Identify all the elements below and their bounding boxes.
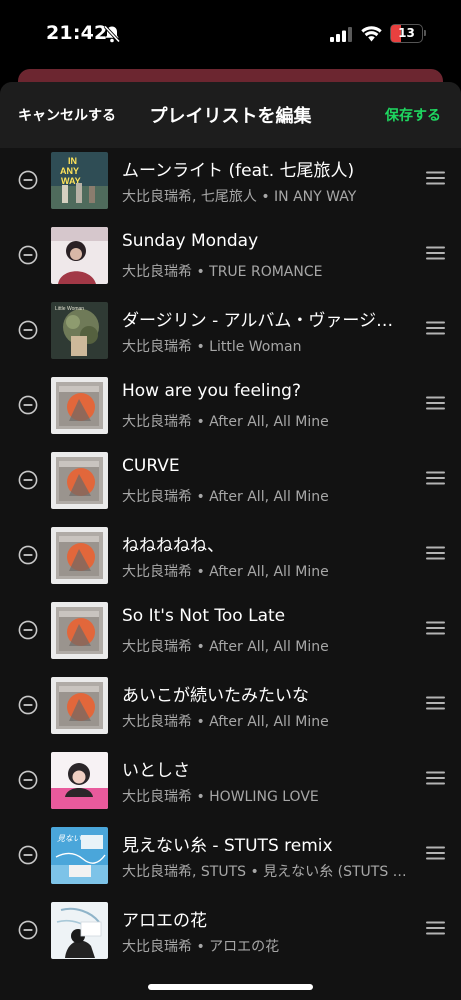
home-indicator[interactable] <box>148 984 313 990</box>
album-artwork <box>51 527 108 584</box>
album-artwork <box>51 677 108 734</box>
track-artist-album: 大比良瑞希 • After All, All Mine <box>122 639 329 655</box>
album-artwork <box>51 377 108 434</box>
track-artist-album: 大比良瑞希 • After All, All Mine <box>122 714 329 730</box>
track-title: いとしさ <box>122 761 190 781</box>
track-row[interactable]: How are you feeling? 大比良瑞希 • After All, A… <box>0 373 461 448</box>
remove-track-icon[interactable] <box>18 395 38 415</box>
track-title: 見えない糸 - STUTS remix <box>122 836 333 856</box>
track-title: ムーンライト (feat. 七尾旅人) <box>122 161 355 181</box>
track-list: ムーンライト (feat. 七尾旅人) 大比良瑞希, 七尾旅人 • IN ANY … <box>0 148 461 973</box>
track-row[interactable]: あいこが続いたみたいな大比良瑞希 • After All, All Mine <box>0 673 461 748</box>
drag-handle-icon[interactable] <box>426 546 445 560</box>
remove-track-icon[interactable] <box>18 620 38 640</box>
remove-track-icon[interactable] <box>18 920 38 940</box>
track-title: あいこが続いたみたいな <box>122 686 309 706</box>
drag-handle-icon[interactable] <box>426 696 445 710</box>
remove-track-icon[interactable] <box>18 845 38 865</box>
battery-tip <box>424 30 426 36</box>
remove-track-icon[interactable] <box>18 470 38 490</box>
track-row[interactable]: いとしさ大比良瑞希 • HOWLING LOVE <box>0 748 461 823</box>
remove-track-icon[interactable] <box>18 545 38 565</box>
bell-slash-icon <box>103 25 121 43</box>
wifi-icon <box>361 26 382 42</box>
drag-handle-icon[interactable] <box>426 846 445 860</box>
track-artist-album: 大比良瑞希 • アロエの花 <box>122 939 280 955</box>
album-artwork <box>51 152 108 209</box>
album-artwork <box>51 452 108 509</box>
track-artist-album: 大比良瑞希 • TRUE ROMANCE <box>122 264 323 280</box>
track-row[interactable]: ねねねねね、大比良瑞希 • After All, All Mine <box>0 523 461 598</box>
track-title: So It's Not Too Late <box>122 606 286 626</box>
track-row[interactable]: CURVE 大比良瑞希 • After All, All Mine <box>0 448 461 523</box>
track-title: ダージリン - アルバム・ヴァージョン <box>122 311 410 331</box>
track-title: Sunday Monday <box>122 231 259 251</box>
track-row[interactable]: アロエの花大比良瑞希 • アロエの花 <box>0 898 461 973</box>
track-row[interactable]: ムーンライト (feat. 七尾旅人) 大比良瑞希, 七尾旅人 • IN ANY … <box>0 148 461 223</box>
track-row[interactable]: Sunday Monday 大比良瑞希 • TRUE ROMANCE <box>0 223 461 298</box>
status-bar: 21:42 13 <box>0 0 461 66</box>
album-artwork <box>51 902 108 959</box>
cellular-signal-icon <box>330 27 352 42</box>
track-artist-album: 大比良瑞希, 七尾旅人 • IN ANY WAY <box>122 189 357 205</box>
remove-track-icon[interactable] <box>18 695 38 715</box>
remove-track-icon[interactable] <box>18 170 38 190</box>
drag-handle-icon[interactable] <box>426 771 445 785</box>
album-artwork <box>51 602 108 659</box>
remove-track-icon[interactable] <box>18 320 38 340</box>
track-row[interactable]: 見えない糸 - STUTS remix 大比良瑞希, STUTS • 見えない糸 … <box>0 823 461 898</box>
track-row[interactable]: So It's Not Too Late 大比良瑞希 • After All, A… <box>0 598 461 673</box>
battery-level: 13 <box>398 26 415 40</box>
track-title: アロエの花 <box>122 911 207 931</box>
track-title: ねねねねね、 <box>122 536 224 556</box>
remove-track-icon[interactable] <box>18 245 38 265</box>
track-row[interactable]: ダージリン - アルバム・ヴァージョン大比良瑞希 • Little Woman <box>0 298 461 373</box>
drag-handle-icon[interactable] <box>426 471 445 485</box>
save-button[interactable]: 保存する <box>385 105 441 125</box>
status-time: 21:42 <box>46 22 108 44</box>
sheet-header: キャンセルする プレイリストを編集 保存する <box>0 82 461 148</box>
album-artwork <box>51 752 108 809</box>
track-title: How are you feeling? <box>122 381 301 401</box>
drag-handle-icon[interactable] <box>426 396 445 410</box>
track-artist-album: 大比良瑞希 • After All, All Mine <box>122 414 329 430</box>
battery-icon: 13 <box>390 24 423 43</box>
track-artist-album: 大比良瑞希 • HOWLING LOVE <box>122 789 319 805</box>
remove-track-icon[interactable] <box>18 770 38 790</box>
track-title: CURVE <box>122 456 180 476</box>
album-artwork <box>51 827 108 884</box>
drag-handle-icon[interactable] <box>426 621 445 635</box>
album-artwork <box>51 302 108 359</box>
track-artist-album: 大比良瑞希 • Little Woman <box>122 339 302 355</box>
drag-handle-icon[interactable] <box>426 321 445 335</box>
drag-handle-icon[interactable] <box>426 171 445 185</box>
track-artist-album: 大比良瑞希 • After All, All Mine <box>122 489 329 505</box>
drag-handle-icon[interactable] <box>426 921 445 935</box>
track-artist-album: 大比良瑞希, STUTS • 見えない糸 (STUTS remix) <box>122 864 410 880</box>
edit-playlist-sheet: キャンセルする プレイリストを編集 保存する ムーンライト (feat. 七尾旅… <box>0 82 461 1000</box>
drag-handle-icon[interactable] <box>426 246 445 260</box>
album-artwork <box>51 227 108 284</box>
track-artist-album: 大比良瑞希 • After All, All Mine <box>122 564 329 580</box>
